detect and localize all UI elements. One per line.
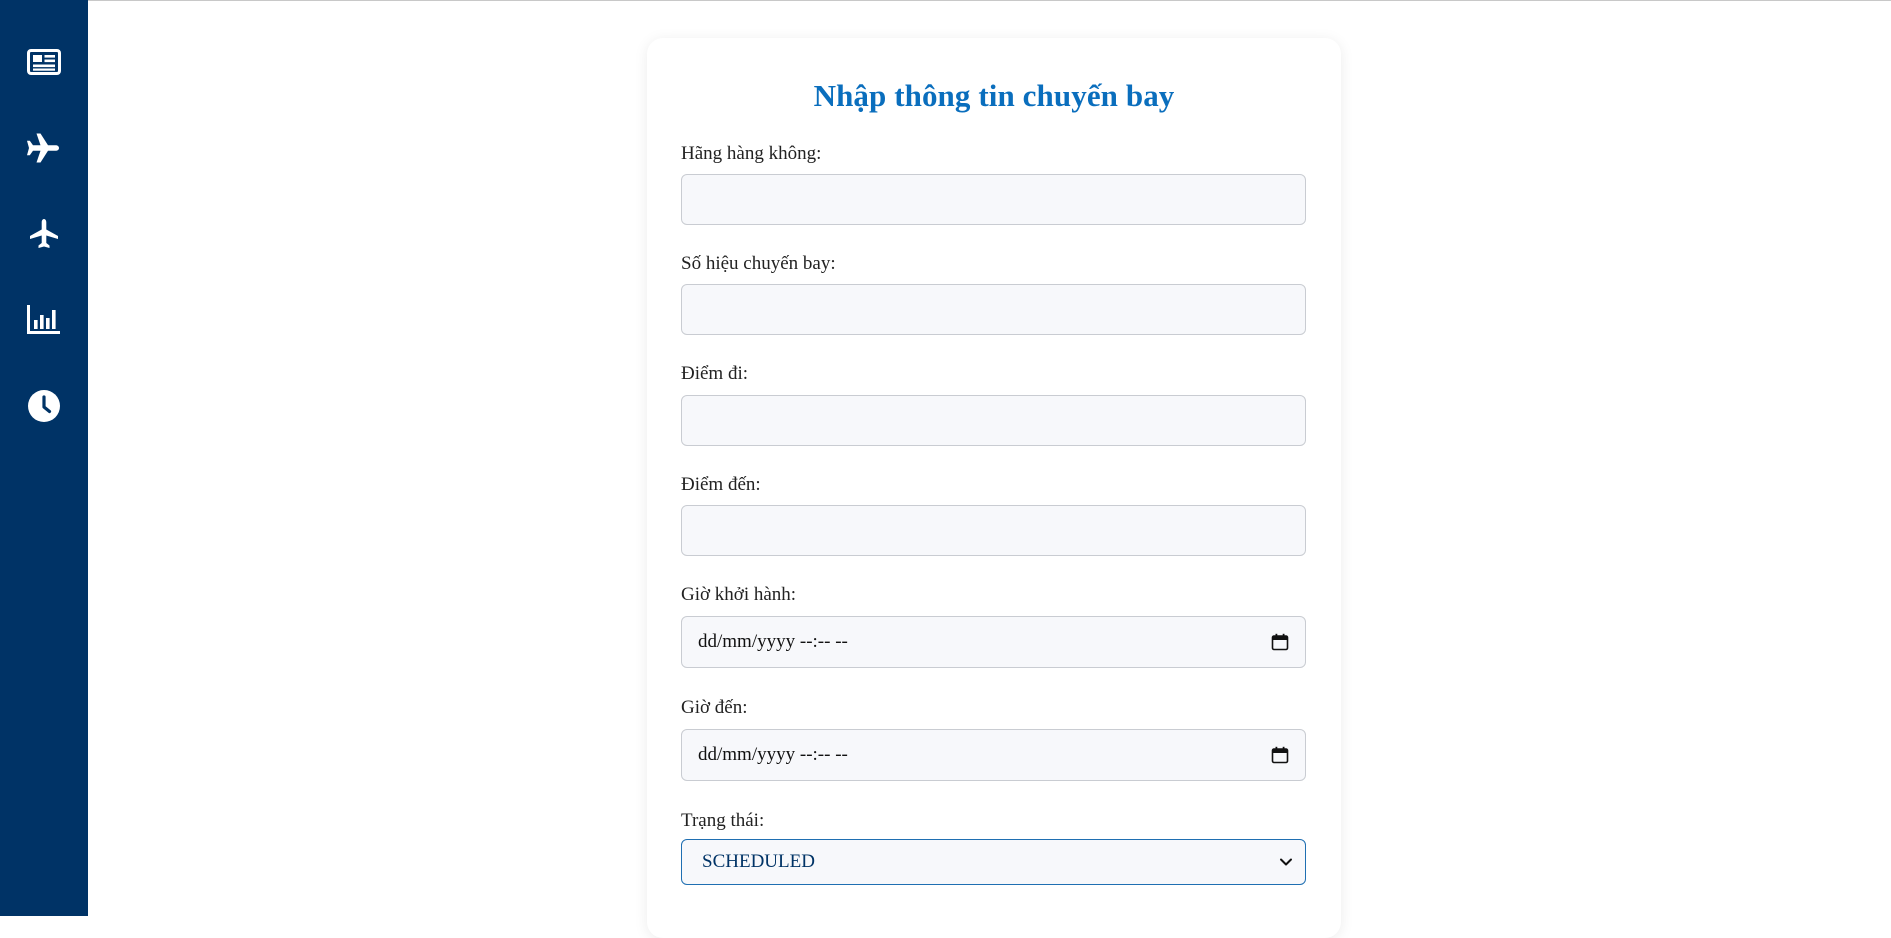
flight-number-label: Số hiệu chuyến bay: xyxy=(681,253,836,274)
calendar-icon[interactable] xyxy=(1271,633,1289,651)
destination-label: Điểm đến: xyxy=(681,474,761,495)
airline-input[interactable] xyxy=(681,174,1306,225)
destination-input[interactable] xyxy=(681,505,1306,556)
arrival-time-label: Giờ đến: xyxy=(681,697,748,718)
chart-bar-icon xyxy=(27,305,60,334)
departure-time-input[interactable]: dd/mm/yyyy --:-- -- xyxy=(681,616,1306,668)
clock-icon xyxy=(28,390,60,422)
flight-number-input[interactable] xyxy=(681,284,1306,335)
sidebar-item-reports[interactable] xyxy=(0,291,88,347)
plane-top-icon xyxy=(30,219,58,248)
calendar-icon[interactable] xyxy=(1271,746,1289,764)
origin-label: Điểm đi: xyxy=(681,363,749,384)
airline-label: Hãng hàng không: xyxy=(681,143,822,164)
chevron-down-icon xyxy=(1280,858,1292,866)
flight-form-card: Nhập thông tin chuyến bay Hãng hàng khôn… xyxy=(647,38,1341,938)
sidebar-item-history[interactable] xyxy=(0,378,88,434)
status-label: Trạng thái: xyxy=(681,810,765,831)
sidebar-item-news[interactable] xyxy=(0,34,88,90)
departure-time-value: dd/mm/yyyy --:-- -- xyxy=(698,631,848,652)
sidebar xyxy=(0,0,88,916)
arrival-time-value: dd/mm/yyyy --:-- -- xyxy=(698,744,848,765)
origin-input[interactable] xyxy=(681,395,1306,446)
departure-time-label: Giờ khởi hành: xyxy=(681,584,797,605)
sidebar-item-flights[interactable] xyxy=(0,120,88,176)
top-border xyxy=(0,0,1891,1)
status-select[interactable]: SCHEDULED xyxy=(681,839,1306,885)
status-select-value: SCHEDULED xyxy=(702,851,815,872)
arrival-time-input[interactable]: dd/mm/yyyy --:-- -- xyxy=(681,729,1306,781)
page-title: Nhập thông tin chuyến bay xyxy=(813,78,1175,113)
plane-icon xyxy=(27,133,59,163)
newspaper-icon xyxy=(27,49,61,75)
sidebar-item-aircraft[interactable] xyxy=(0,206,88,262)
